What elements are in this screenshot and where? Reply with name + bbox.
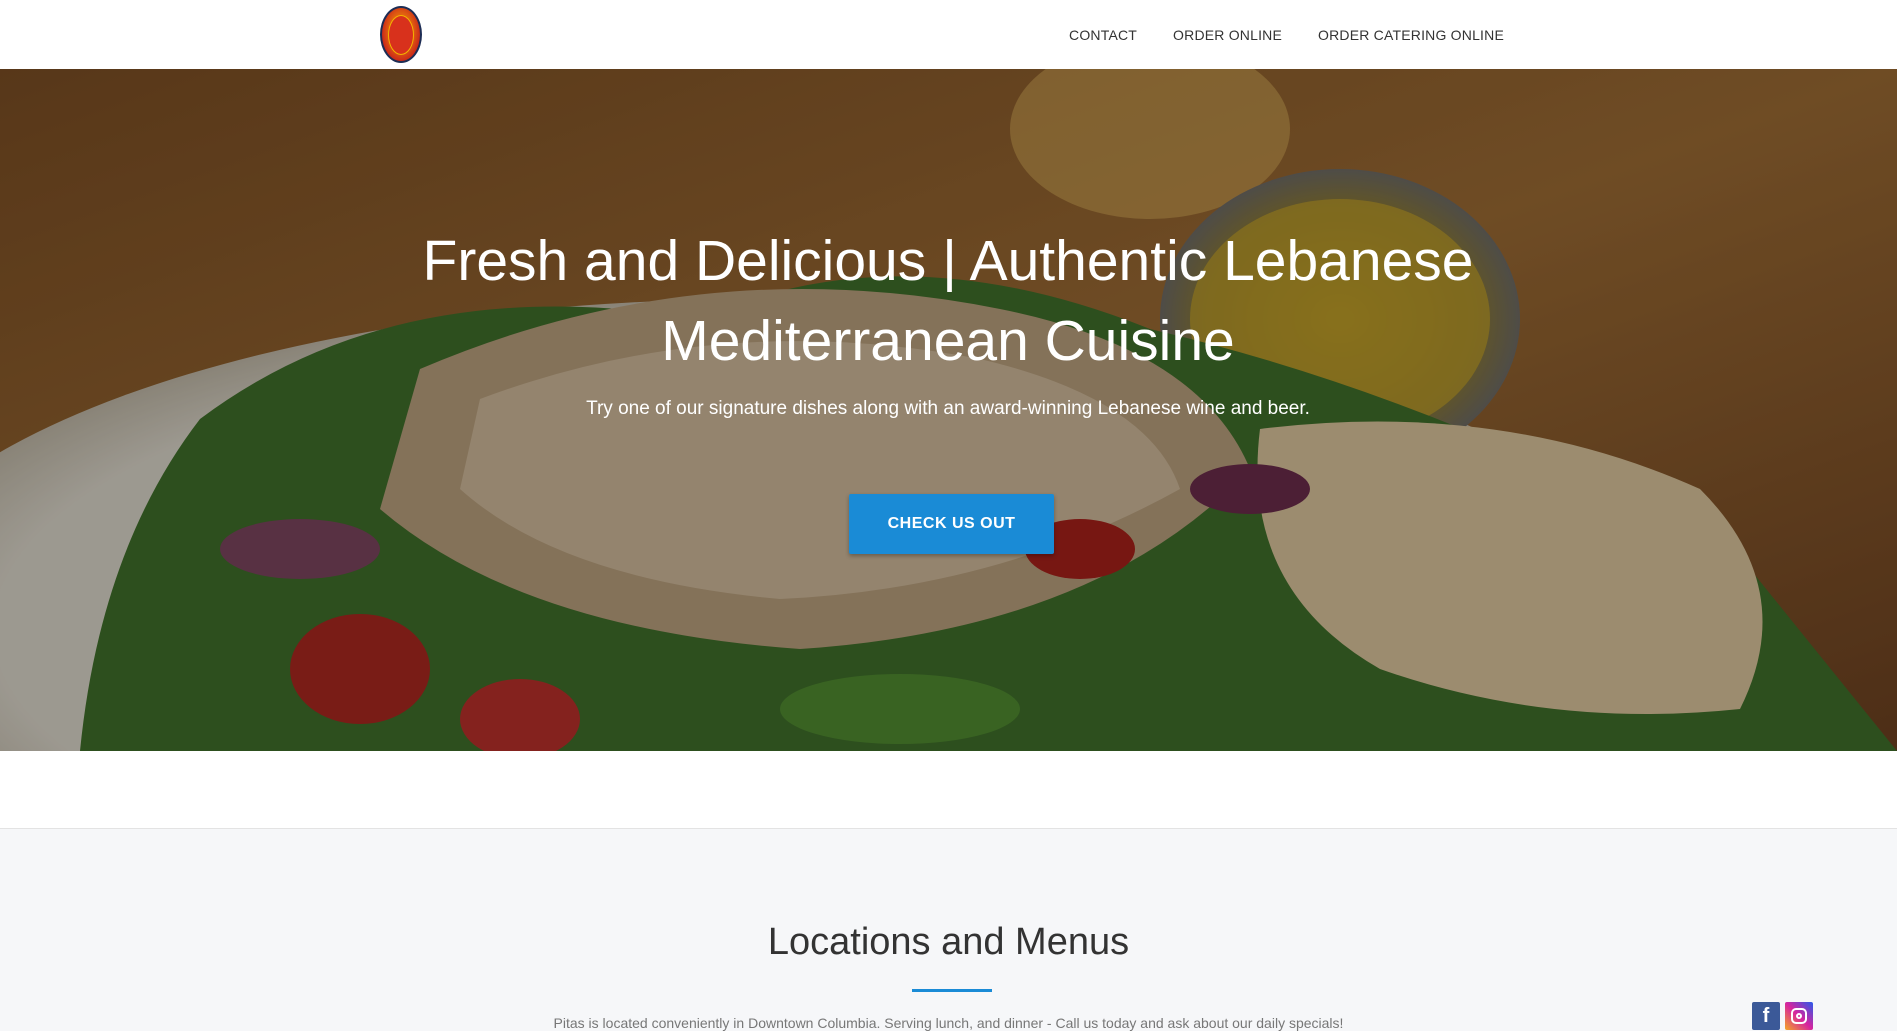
- locations-section: Locations and Menus Pitas is located con…: [0, 829, 1897, 1031]
- check-us-out-button[interactable]: CHECK US OUT: [849, 494, 1054, 554]
- hero-title-line2: Mediterranean Cuisine: [661, 309, 1235, 373]
- nav-order-online-link[interactable]: ORDER ONLINE: [1173, 27, 1282, 43]
- nav-order-catering-link[interactable]: ORDER CATERING ONLINE: [1318, 27, 1504, 43]
- section-spacer: [0, 751, 1897, 829]
- hero-title-line1: Fresh and Delicious | Authentic Lebanese: [422, 229, 1474, 293]
- facebook-icon[interactable]: f: [1752, 1002, 1780, 1030]
- instagram-icon[interactable]: [1785, 1002, 1813, 1030]
- instagram-glyph: [1791, 1008, 1807, 1024]
- facebook-glyph: f: [1762, 1004, 1770, 1027]
- hero-section: Fresh and Delicious | Authentic Lebanese…: [0, 69, 1897, 751]
- nav-links: CONTACT ORDER ONLINE ORDER CATERING ONLI…: [1069, 0, 1504, 69]
- top-navbar: CONTACT ORDER ONLINE ORDER CATERING ONLI…: [0, 0, 1897, 69]
- hero-title: Fresh and Delicious | Authentic Lebanese…: [348, 221, 1548, 381]
- logo-emblem: [388, 14, 414, 55]
- locations-title: Locations and Menus: [767, 921, 1130, 963]
- pitas-logo[interactable]: [380, 6, 422, 63]
- hero-subtitle: Try one of our signature dishes along wi…: [586, 398, 1310, 419]
- nav-contact-link[interactable]: CONTACT: [1069, 27, 1137, 43]
- title-underline: [912, 989, 992, 992]
- locations-description: Pitas is located conveniently in Downtow…: [553, 1015, 1344, 1031]
